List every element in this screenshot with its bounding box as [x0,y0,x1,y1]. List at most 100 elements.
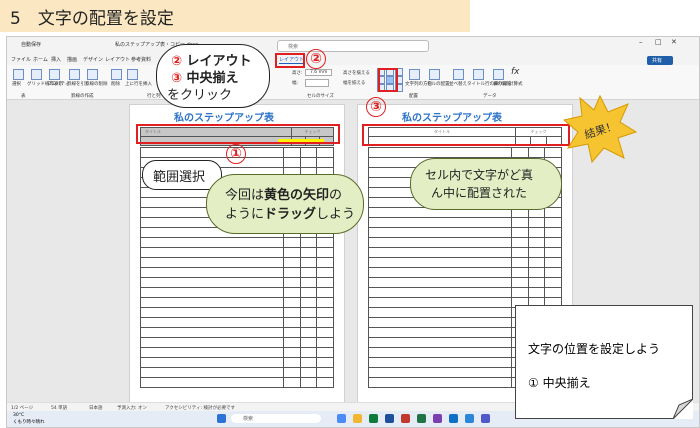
taskbar-search[interactable]: 検索 [231,414,321,423]
table-cell[interactable] [527,257,546,268]
table-cell[interactable] [139,307,285,318]
edge-icon[interactable] [369,414,378,423]
table-cell[interactable] [544,257,562,268]
table-cell[interactable] [139,347,285,358]
table-cell[interactable] [544,147,562,158]
table-cell[interactable] [527,227,546,238]
table-cell[interactable] [316,327,334,338]
table-cell[interactable] [511,237,529,248]
tab-draw[interactable]: 描画 [67,56,77,63]
table-cell[interactable] [299,247,318,258]
maximize-icon[interactable]: □ [655,38,662,46]
gridlines-icon[interactable] [31,69,42,80]
table-cell[interactable] [367,217,513,228]
table-cell[interactable] [283,287,301,298]
table-cell[interactable] [299,157,318,168]
powerpoint-icon[interactable] [401,414,410,423]
distribute-rows-button[interactable]: 高さを揃える [343,70,370,76]
properties-icon[interactable] [49,69,60,80]
table-cell[interactable] [299,267,318,278]
table-cell[interactable] [367,257,513,268]
table-cell[interactable] [544,217,562,228]
formula-icon[interactable]: fx [511,67,520,77]
tab-home[interactable]: ホーム [33,56,48,63]
table-cell[interactable] [544,247,562,258]
table-cell[interactable] [544,287,562,298]
tab-insert[interactable]: 挿入 [51,56,61,63]
table-cell[interactable] [316,377,334,388]
table-cell[interactable] [367,367,513,378]
table-cell[interactable] [367,337,513,348]
table-cell[interactable] [367,247,513,258]
table-cell[interactable] [544,207,562,218]
excel-icon[interactable] [417,414,426,423]
table-cell[interactable] [283,347,301,358]
convert-text-icon[interactable] [493,69,504,80]
sort-button[interactable]: 並べ替え [449,81,467,87]
table-cell[interactable] [283,247,301,258]
table-cell[interactable] [511,147,529,158]
formula-button[interactable]: 計算式 [509,81,523,87]
autosave-label[interactable]: 自動保存 [21,41,41,48]
explorer-icon[interactable] [353,414,362,423]
table-cell[interactable] [316,257,334,268]
table-cell[interactable] [299,237,318,248]
share-button[interactable]: 共有 [647,56,673,65]
table-cell[interactable] [283,257,301,268]
table-cell[interactable] [139,317,285,328]
table-cell[interactable] [139,267,285,278]
table-cell[interactable] [527,237,546,248]
table-cell[interactable] [316,247,334,258]
table-cell[interactable] [299,357,318,368]
table-cell[interactable] [511,217,529,228]
search-input[interactable]: 検索 [277,40,429,52]
weather-temp[interactable]: 30°C [13,413,24,418]
table-cell[interactable] [367,347,513,358]
table-cell[interactable] [367,317,513,328]
table-cell[interactable] [139,357,285,368]
table-cell[interactable] [299,257,318,268]
table-cell[interactable] [299,297,318,308]
table-cell[interactable] [139,337,285,348]
table-cell[interactable] [316,287,334,298]
weather-text[interactable]: くもり時々晴れ [13,419,45,425]
height-input[interactable]: 7.6 mm [305,69,333,76]
select-icon[interactable] [13,69,24,80]
table-cell[interactable] [544,227,562,238]
table-cell[interactable] [299,307,318,318]
table-cell[interactable] [511,227,529,238]
table-cell[interactable] [283,237,301,248]
vscode-icon[interactable] [465,414,474,423]
table-cell[interactable] [316,267,334,278]
table-cell[interactable] [316,337,334,348]
start-icon[interactable] [217,414,226,423]
draw-table-icon[interactable] [69,69,80,80]
table-cell[interactable] [299,377,318,388]
tab-design[interactable]: デザイン [83,56,103,63]
minimize-icon[interactable]: – [639,38,643,46]
table-cell[interactable] [527,247,546,258]
table-cell[interactable] [511,277,529,288]
table-cell[interactable] [367,287,513,298]
tab-page-layout[interactable]: レイアウト [105,56,130,63]
table-cell[interactable] [367,297,513,308]
table-cell[interactable] [316,297,334,308]
table-cell[interactable] [299,147,318,158]
table-cell[interactable] [283,147,301,158]
properties-button[interactable]: プロパティ [47,81,69,87]
table-cell[interactable] [316,367,334,378]
table-cell[interactable] [283,377,301,388]
width-input[interactable] [305,79,329,87]
table-cell[interactable] [511,247,529,258]
table-cell[interactable] [299,317,318,328]
table-cell[interactable] [299,287,318,298]
table-cell[interactable] [299,367,318,378]
table-cell[interactable] [527,147,546,158]
table-cell[interactable] [527,267,546,278]
table-cell[interactable] [367,237,513,248]
table-cell[interactable] [367,357,513,368]
table-cell[interactable] [316,237,334,248]
table-cell[interactable] [139,247,285,258]
table-cell[interactable] [316,147,334,158]
table-cell[interactable] [367,277,513,288]
